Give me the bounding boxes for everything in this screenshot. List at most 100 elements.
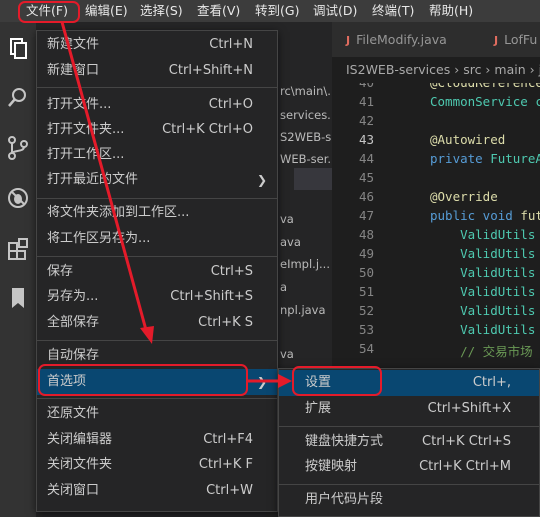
menu-item-open-file[interactable]: 打开文件... Ctrl+O — [37, 92, 277, 118]
menu-item-shortcut: Ctrl+W — [206, 483, 253, 498]
explorer-path[interactable]: rc\main\... — [280, 84, 338, 98]
activity-bar — [0, 22, 36, 517]
submenu-item-keyboard-shortcuts[interactable]: 键盘快捷方式 Ctrl+K Ctrl+S — [279, 429, 539, 455]
code-line: ValidUtils — [430, 303, 535, 318]
menu-separator — [279, 426, 539, 427]
menu-help[interactable]: 帮助(H) — [423, 0, 479, 22]
tab-label: FileModify.java — [356, 32, 447, 47]
extensions-icon[interactable] — [4, 234, 32, 262]
menu-terminal[interactable]: 终端(T) — [366, 0, 420, 22]
menu-item-shortcut: Ctrl+O — [208, 97, 253, 112]
code-token: CommonService c — [430, 94, 540, 109]
code-token: ValidUtils — [430, 284, 536, 299]
submenu-item-keymaps[interactable]: 按键映射 Ctrl+K Ctrl+M — [279, 454, 539, 480]
code-line: public void fut — [430, 208, 540, 223]
code-line: @Autowired — [430, 132, 505, 147]
line-number: 51 — [358, 284, 374, 299]
explorer-file[interactable]: va — [280, 212, 294, 226]
explorer-file[interactable]: npl.java — [280, 303, 326, 317]
code-line: CommonService c — [430, 94, 540, 109]
debug-icon[interactable] — [4, 184, 32, 212]
menubar: 文件(F) 编辑(E) 选择(S) 查看(V) 转到(G) 调试(D) 终端(T… — [0, 0, 540, 22]
line-number: 46 — [358, 189, 374, 204]
menu-separator — [37, 398, 277, 399]
file-menu-dropdown: 新建文件 Ctrl+N 新建窗口 Ctrl+Shift+N 打开文件... Ctrl+… — [36, 30, 278, 512]
menu-item-save[interactable]: 保存 Ctrl+S — [37, 259, 277, 285]
menu-item-close-folder[interactable]: 关闭文件夹 Ctrl+K F — [37, 452, 277, 478]
code-line: private FutureA — [430, 151, 540, 166]
menu-item-add-folder-to-workspace[interactable]: 将文件夹添加到工作区... — [37, 200, 277, 226]
code-token: FutureA — [490, 151, 540, 166]
breadcrumb-item[interactable]: main — [494, 62, 525, 77]
breadcrumb-item[interactable]: src — [463, 62, 481, 77]
explorer-file[interactable]: va — [280, 347, 294, 361]
menu-item-save-all[interactable]: 全部保存 Ctrl+K S — [37, 310, 277, 336]
menu-go[interactable]: 转到(G) — [249, 0, 305, 22]
chevron-right-icon: › — [529, 62, 539, 77]
menu-debug[interactable]: 调试(D) — [307, 0, 363, 22]
code-token: ValidUtils — [430, 246, 536, 261]
menu-item-close-window[interactable]: 关闭窗口 Ctrl+W — [37, 478, 277, 504]
menu-item-shortcut: Ctrl+F4 — [203, 432, 253, 447]
menu-item-open-folder[interactable]: 打开文件夹... Ctrl+K Ctrl+O — [37, 117, 277, 143]
line-number: 54 — [358, 341, 374, 356]
menu-item-label: 另存为... — [47, 289, 99, 304]
code-token: ValidUtils — [430, 303, 536, 318]
explorer-icon[interactable] — [4, 34, 32, 62]
menu-item-label: 将文件夹添加到工作区... — [47, 205, 190, 220]
line-number: 53 — [358, 322, 374, 337]
explorer-path[interactable]: WEB-ser... — [280, 152, 338, 166]
menu-item-shortcut: Ctrl+Shift+S — [170, 289, 253, 304]
tab-lof[interactable]: J LofFu — [494, 22, 537, 57]
menu-selection[interactable]: 选择(S) — [134, 0, 189, 22]
menu-item-new-file[interactable]: 新建文件 Ctrl+N — [37, 32, 277, 58]
menu-item-label: 键盘快捷方式 — [305, 434, 384, 449]
submenu-item-user-snippets[interactable]: 用户代码片段 — [279, 487, 539, 513]
menu-item-open-recent[interactable]: 打开最近的文件 ❯ — [37, 167, 277, 193]
tab-filemodify[interactable]: J FileModify.java — [346, 22, 447, 57]
menu-item-shortcut: Ctrl+N — [209, 37, 253, 52]
explorer-file[interactable]: eImpl.j... — [280, 257, 330, 271]
annotation-highlight-settings — [292, 366, 382, 396]
source-control-icon[interactable] — [4, 134, 32, 162]
menu-item-label: 关闭编辑器 — [47, 432, 113, 447]
menu-view[interactable]: 查看(V) — [191, 0, 246, 22]
annotation-highlight-preferences — [38, 364, 248, 396]
menu-item-shortcut: Ctrl+, — [472, 375, 511, 390]
explorer-file[interactable]: ava — [280, 235, 301, 249]
explorer-file[interactable]: a — [280, 280, 287, 294]
line-number: 45 — [358, 170, 374, 185]
menu-separator — [279, 484, 539, 485]
menu-item-label: 新建窗口 — [47, 63, 100, 78]
menu-item-new-window[interactable]: 新建窗口 Ctrl+Shift+N — [37, 58, 277, 84]
code-token: @Autowired — [430, 132, 506, 147]
line-number: 40 — [332, 83, 374, 90]
code-token: public void — [430, 208, 521, 223]
menu-edit[interactable]: 编辑(E) — [79, 0, 134, 22]
menu-separator — [37, 256, 277, 257]
menu-item-label: 用户代码片段 — [305, 492, 384, 507]
line-number: 49 — [358, 246, 374, 261]
menu-item-save-as[interactable]: 另存为... Ctrl+Shift+S — [37, 284, 277, 310]
menu-item-shortcut: Ctrl+S — [210, 264, 253, 279]
explorer-path[interactable]: services... — [280, 108, 338, 122]
chevron-right-icon: ❯ — [256, 375, 267, 389]
menu-item-close-editor[interactable]: 关闭编辑器 Ctrl+F4 — [37, 427, 277, 453]
line-number: 47 — [358, 208, 374, 223]
menu-item-label: 打开文件... — [47, 97, 112, 112]
menu-item-label: 打开工作区... — [47, 147, 125, 162]
bookmark-icon[interactable] — [4, 284, 32, 312]
line-number: 52 — [358, 303, 374, 318]
menu-item-label: 关闭文件夹 — [47, 457, 113, 472]
code-line: @Override — [430, 189, 498, 204]
submenu-item-extensions[interactable]: 扩展 Ctrl+Shift+X — [279, 396, 539, 422]
menu-item-save-workspace-as[interactable]: 将工作区另存为... — [37, 226, 277, 252]
code-token: ValidUtils — [430, 265, 536, 280]
search-icon[interactable] — [4, 84, 32, 112]
breadcrumb-item[interactable]: IS2WEB-services — [346, 62, 450, 77]
code-line: ValidUtils — [430, 284, 535, 299]
code-line: // 交易市场 — [430, 341, 533, 360]
menu-separator — [37, 87, 277, 88]
menu-item-open-workspace[interactable]: 打开工作区... — [37, 142, 277, 168]
menu-item-revert-file[interactable]: 还原文件 — [37, 401, 277, 427]
